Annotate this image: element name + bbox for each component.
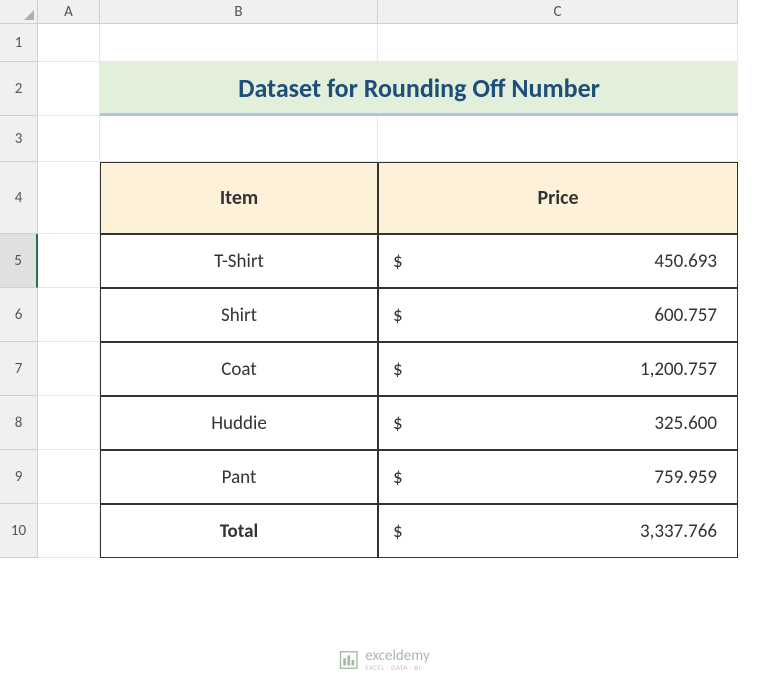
- cell-a10[interactable]: [38, 504, 100, 558]
- watermark-sub: EXCEL · DATA · BI: [365, 664, 429, 671]
- cell-b1[interactable]: [100, 24, 378, 62]
- watermark-main: exceldemy: [365, 649, 429, 664]
- currency-3: $: [393, 412, 403, 435]
- watermark-icon: [337, 649, 359, 671]
- row-header-8[interactable]: 8: [0, 396, 38, 450]
- col-header-a[interactable]: A: [38, 0, 100, 24]
- cell-a1[interactable]: [38, 24, 100, 62]
- price-value-1: 600.757: [654, 304, 717, 327]
- total-label-cell[interactable]: Total: [100, 504, 378, 558]
- row-header-5[interactable]: 5: [0, 234, 38, 288]
- header-price[interactable]: Price: [378, 162, 738, 234]
- cell-a2[interactable]: [38, 62, 100, 116]
- col-header-b[interactable]: B: [100, 0, 378, 24]
- row-header-3[interactable]: 3: [0, 116, 38, 162]
- item-cell-4[interactable]: Pant: [100, 450, 378, 504]
- item-cell-2[interactable]: Coat: [100, 342, 378, 396]
- price-cell-0[interactable]: $ 450.693: [378, 234, 738, 288]
- item-cell-1[interactable]: Shirt: [100, 288, 378, 342]
- cell-a8[interactable]: [38, 396, 100, 450]
- row-header-4[interactable]: 4: [0, 162, 38, 234]
- watermark: exceldemy EXCEL · DATA · BI: [337, 649, 429, 671]
- currency-1: $: [393, 304, 403, 327]
- price-value-4: 759.959: [654, 466, 717, 489]
- price-value-0: 450.693: [654, 250, 717, 273]
- total-price-cell[interactable]: $ 3,337.766: [378, 504, 738, 558]
- row-header-1[interactable]: 1: [0, 24, 38, 62]
- cell-a3[interactable]: [38, 116, 100, 162]
- header-item[interactable]: Item: [100, 162, 378, 234]
- price-cell-4[interactable]: $ 759.959: [378, 450, 738, 504]
- row-header-6[interactable]: 6: [0, 288, 38, 342]
- cell-c1[interactable]: [378, 24, 738, 62]
- currency-4: $: [393, 466, 403, 489]
- price-cell-3[interactable]: $ 325.600: [378, 396, 738, 450]
- price-value-3: 325.600: [654, 412, 717, 435]
- watermark-text: exceldemy EXCEL · DATA · BI: [365, 649, 429, 671]
- price-cell-2[interactable]: $ 1,200.757: [378, 342, 738, 396]
- total-currency: $: [393, 520, 403, 543]
- row-header-9[interactable]: 9: [0, 450, 38, 504]
- cell-c3[interactable]: [378, 116, 738, 162]
- total-value: 3,337.766: [640, 520, 717, 543]
- cell-a7[interactable]: [38, 342, 100, 396]
- row-header-7[interactable]: 7: [0, 342, 38, 396]
- col-header-c[interactable]: C: [378, 0, 738, 24]
- cell-a4[interactable]: [38, 162, 100, 234]
- row-header-2[interactable]: 2: [0, 62, 38, 116]
- spreadsheet-grid: A B C 1 2 Dataset for Rounding Off Numbe…: [0, 0, 767, 558]
- title-cell[interactable]: Dataset for Rounding Off Number: [100, 62, 738, 116]
- price-value-2: 1,200.757: [640, 358, 717, 381]
- row-header-10[interactable]: 10: [0, 504, 38, 558]
- item-cell-0[interactable]: T-Shirt: [100, 234, 378, 288]
- currency-2: $: [393, 358, 403, 381]
- currency-0: $: [393, 250, 403, 273]
- cell-a6[interactable]: [38, 288, 100, 342]
- cell-b3[interactable]: [100, 116, 378, 162]
- cell-a5[interactable]: [38, 234, 100, 288]
- price-cell-1[interactable]: $ 600.757: [378, 288, 738, 342]
- cell-a9[interactable]: [38, 450, 100, 504]
- select-all-corner[interactable]: [0, 0, 38, 24]
- item-cell-3[interactable]: Huddie: [100, 396, 378, 450]
